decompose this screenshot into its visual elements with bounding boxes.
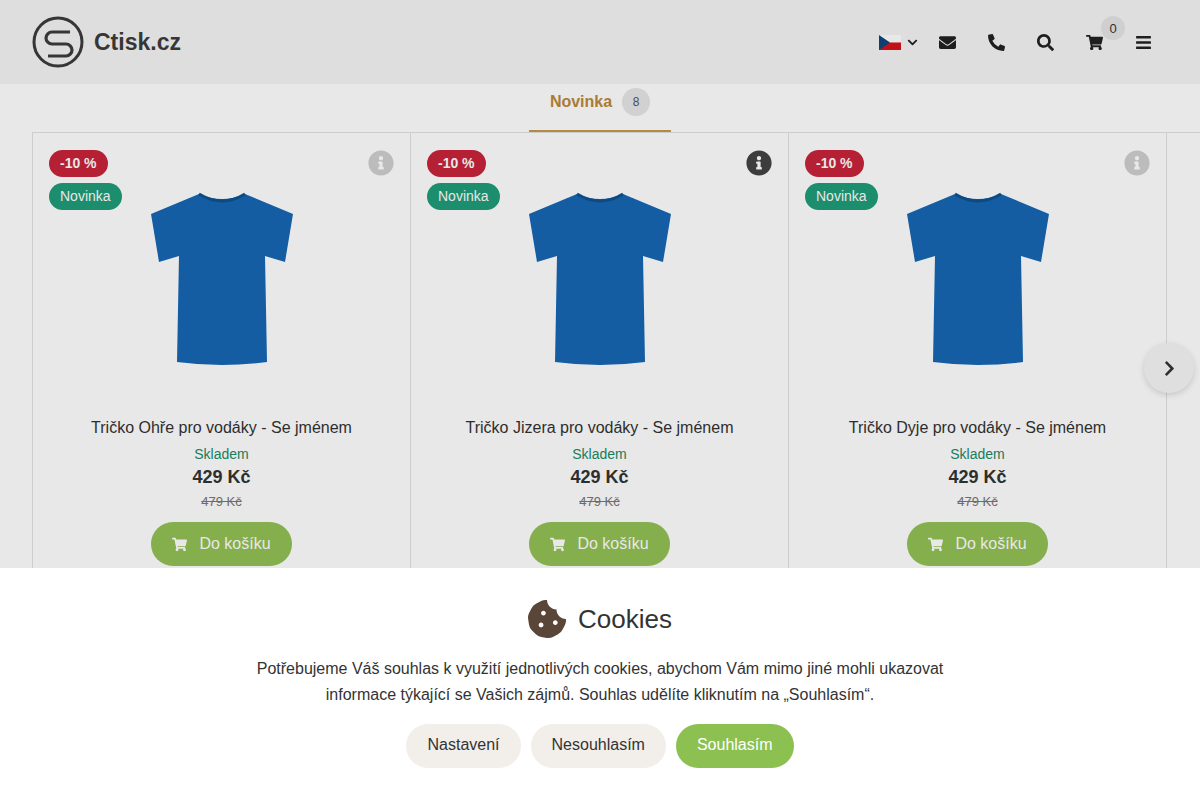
cookie-button[interactable]: Nesouhlasím <box>531 724 666 768</box>
cookie-icon <box>528 600 566 638</box>
cookie-button[interactable]: Souhlasím <box>676 724 794 768</box>
cookie-title: Cookies <box>578 604 672 635</box>
page: Ctisk.cz0Novinka8-10 %NovinkaTričko Ohře… <box>0 0 1200 800</box>
cookie-text: Potřebujeme Váš souhlas k využití jednot… <box>250 656 950 708</box>
cookie-button[interactable]: Nastavení <box>406 724 520 768</box>
cookie-panel: Cookies Potřebujeme Váš souhlas k využití… <box>0 568 1200 800</box>
